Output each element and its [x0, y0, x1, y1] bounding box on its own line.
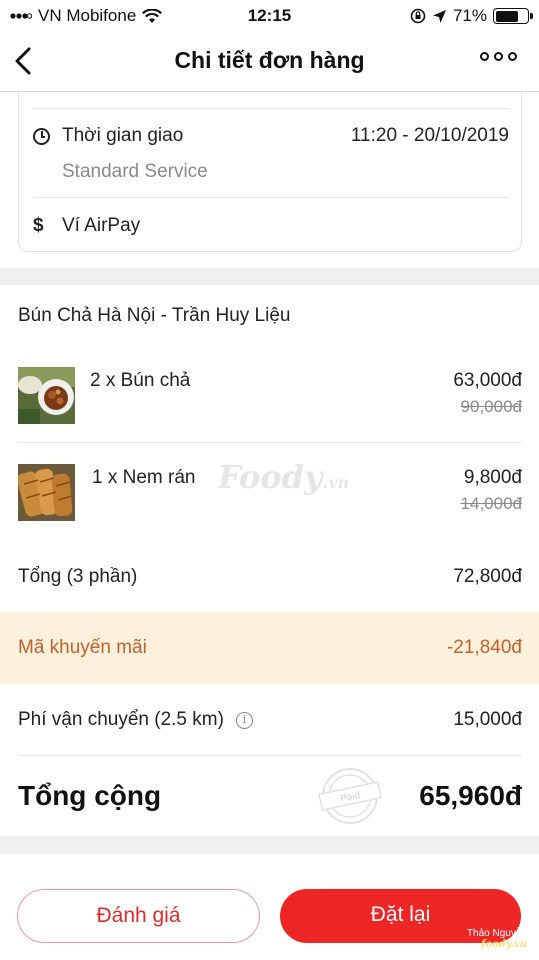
credit-author: Thảo Nguyễn	[466, 928, 527, 939]
status-right: 71%	[410, 6, 533, 26]
payment-method-row: $ Ví AirPay	[33, 215, 140, 237]
shipping-label: Phí vận chuyển (2.5 km)	[18, 709, 224, 730]
promo-value: -21,840đ	[446, 637, 522, 658]
info-icon[interactable]: i	[235, 712, 253, 729]
restaurant-name[interactable]: Bún Chả Hà Nội - Trần Huy Liệu	[18, 305, 290, 327]
divider	[33, 108, 509, 109]
bun-cha-image	[18, 367, 75, 424]
foody-watermark: Foody.vn	[218, 458, 349, 496]
service-type: Standard Service	[62, 161, 208, 182]
more-dot	[508, 52, 517, 61]
credit-site: foody.vn	[481, 939, 527, 950]
promo-label: Mã khuyến mãi	[18, 637, 147, 658]
delivery-time-label: Thời gian giao	[62, 125, 184, 146]
item-price: 9,800đ	[463, 467, 522, 488]
subtotal-value: 72,800đ	[453, 566, 522, 587]
delivery-time-row: Thời gian giao 11:20 - 20/10/2019	[33, 125, 509, 153]
section-gap	[0, 268, 539, 285]
battery-percent: 71%	[452, 6, 487, 25]
more-dot	[494, 52, 503, 61]
photo-credit: Thảo Nguyễn foody.vn	[467, 928, 527, 950]
item-original-price: 14,000đ	[460, 494, 522, 513]
divider	[33, 197, 509, 198]
order-item: 2 x Bún chả 63,000đ 90,000đ	[18, 367, 522, 427]
item-name: 2 x Bún chả	[90, 370, 191, 391]
total-value: 65,960đ	[419, 780, 522, 811]
paid-stamp-icon: Paid	[318, 768, 382, 824]
more-options-button[interactable]	[480, 52, 517, 61]
location-arrow-icon	[432, 9, 446, 23]
nem-ran-image	[18, 464, 75, 521]
shipping-value: 15,000đ	[453, 709, 522, 730]
status-bar: VN Mobifone 12:15 71%	[0, 0, 539, 32]
battery-level	[495, 10, 518, 22]
delivery-time-value: 11:20 - 20/10/2019	[350, 125, 509, 146]
nav-bar: Chi tiết đơn hàng	[0, 32, 539, 92]
divider	[18, 442, 522, 443]
battery-icon	[493, 8, 533, 24]
watermark-text: Foody	[218, 458, 323, 496]
section-gap	[0, 836, 539, 854]
rate-button[interactable]: Đánh giá	[17, 889, 260, 943]
item-original-price: 90,000đ	[460, 397, 522, 416]
dollar-icon: $	[33, 215, 44, 236]
subtotal-label: Tổng (3 phần)	[18, 566, 138, 587]
payment-method: Ví AirPay	[62, 215, 141, 236]
clock-icon	[33, 128, 50, 145]
item-price: 63,000đ	[453, 370, 522, 391]
rotation-lock-icon	[410, 8, 426, 24]
watermark-suffix: .vn	[322, 473, 350, 492]
promo-row: Mã khuyến mãi -21,840đ	[0, 612, 539, 684]
total-label: Tổng cộng	[18, 780, 162, 811]
divider	[18, 755, 522, 756]
delivery-info-card: Thời gian giao 11:20 - 20/10/2019 Standa…	[18, 92, 522, 252]
item-name: 1 x Nem rán	[92, 467, 196, 488]
shipping-row: Phí vận chuyển (2.5 km) i 15,000đ	[18, 709, 522, 731]
more-dot	[480, 52, 489, 61]
page-title: Chi tiết đơn hàng	[174, 47, 365, 73]
subtotal-row: Tổng (3 phần) 72,800đ	[18, 566, 522, 588]
